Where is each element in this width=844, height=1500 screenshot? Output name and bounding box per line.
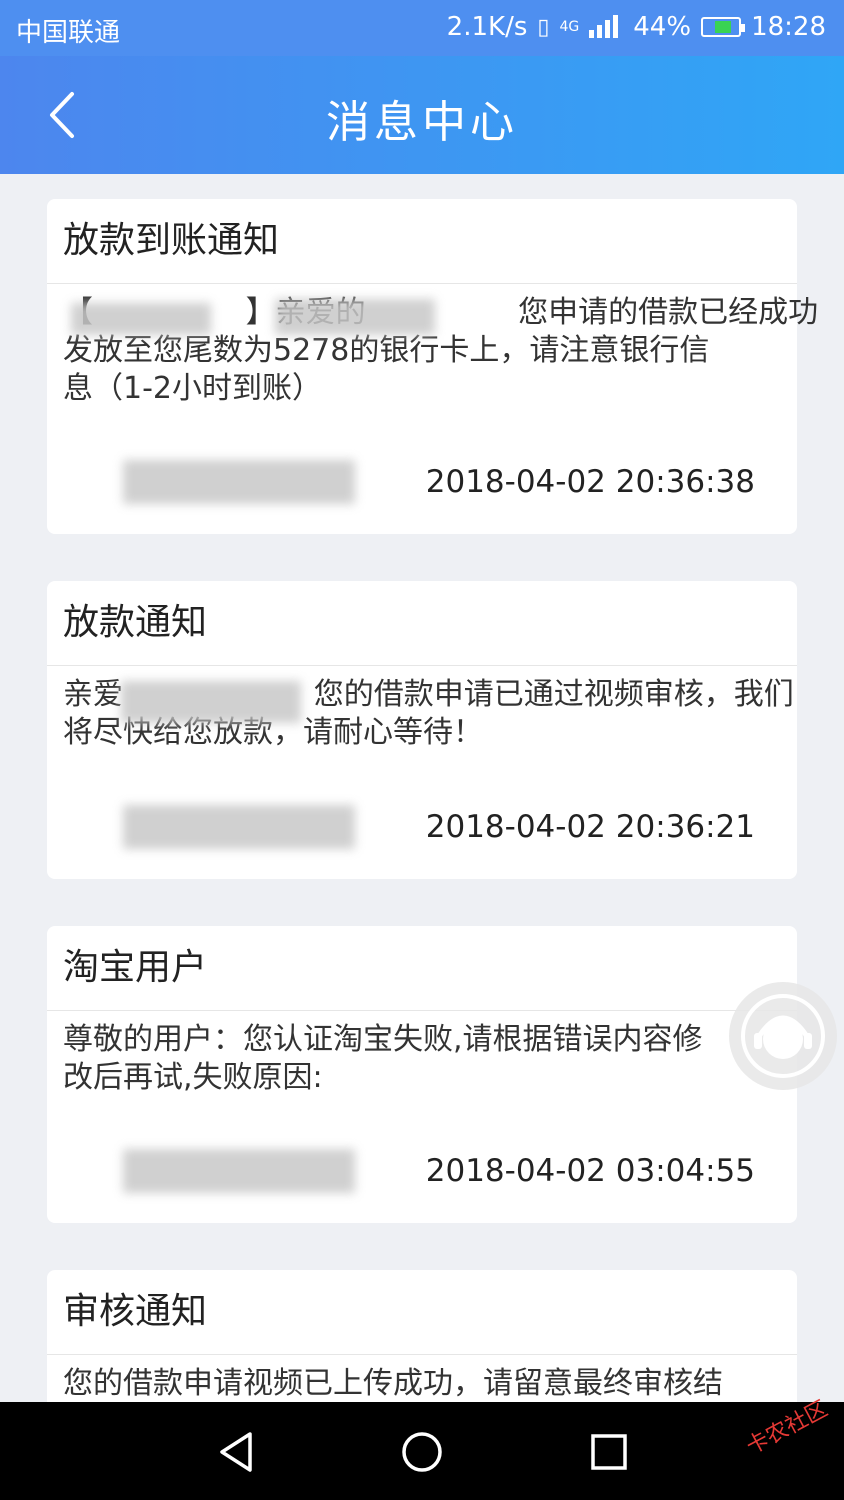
- carrier-label: 中国联通: [16, 18, 121, 48]
- message-list[interactable]: 放款到账通知 【 】亲爱的 您申请的借款已经成功 发放至您尾数为5278的银行卡…: [0, 174, 844, 1402]
- message-body-line: 尊敬的用户：您认证淘宝失败,请根据错误内容修: [63, 1022, 703, 1057]
- vibrate-icon: ▯: [537, 14, 550, 40]
- message-footer: 2018-04-02 20:36:21: [47, 805, 797, 849]
- message-time: 2018-04-02 20:36:38: [425, 464, 755, 500]
- battery-percent: 44%: [633, 12, 692, 42]
- navigation-bar: [0, 1402, 844, 1500]
- net-speed: 2.1K/s: [446, 12, 528, 42]
- nav-home-button[interactable]: [396, 1426, 448, 1478]
- net-type: 4G: [559, 19, 580, 35]
- message-time: 2018-04-02 20:36:21: [425, 809, 755, 845]
- message-footer: 2018-04-02 20:36:38: [47, 460, 797, 504]
- message-title: 淘宝用户: [47, 926, 797, 1011]
- signal-icon: [589, 14, 623, 40]
- message-card[interactable]: 放款通知 亲爱 您的借款申请已通过视频审核，我们 将尽快给您放款，请耐心等待！ …: [47, 581, 797, 879]
- redacted-area: [71, 303, 211, 335]
- message-body: 您的借款申请视频已上传成功，请留意最终审核结: [47, 1355, 797, 1402]
- status-right: 2.1K/s ▯ 4G 44% 18:28: [437, 12, 826, 42]
- square-recents-icon: [591, 1434, 627, 1470]
- message-body-line: 息（1-2小时到账）: [63, 371, 322, 406]
- redacted-source: [123, 1149, 355, 1193]
- message-card[interactable]: 淘宝用户 尊敬的用户：您认证淘宝失败,请根据错误内容修 改后再试,失败原因: 2…: [47, 926, 797, 1223]
- message-body-line: 您的借款申请视频已上传成功，请留意最终审核结: [63, 1366, 723, 1401]
- message-title: 审核通知: [47, 1270, 797, 1355]
- nav-recents-button[interactable]: [583, 1426, 635, 1478]
- message-card[interactable]: 审核通知 您的借款申请视频已上传成功，请留意最终审核结: [47, 1270, 797, 1402]
- message-footer: 2018-04-02 03:04:55: [47, 1149, 797, 1193]
- app-header: 消息中心: [0, 56, 844, 174]
- message-body-line: 改后再试,失败原因:: [63, 1060, 323, 1095]
- message-time: 2018-04-02 03:04:55: [425, 1153, 755, 1189]
- nav-back-button[interactable]: [210, 1426, 262, 1478]
- clock: 18:28: [751, 12, 826, 42]
- redacted-area: [121, 681, 301, 723]
- message-card[interactable]: 放款到账通知 【 】亲爱的 您申请的借款已经成功 发放至您尾数为5278的银行卡…: [47, 199, 818, 534]
- redacted-source: [123, 460, 355, 504]
- battery-icon: [701, 17, 746, 37]
- redacted-source: [123, 805, 355, 849]
- customer-service-button[interactable]: [729, 982, 837, 1090]
- message-body: 尊敬的用户：您认证淘宝失败,请根据错误内容修 改后再试,失败原因:: [47, 1011, 797, 1097]
- page-title: 消息中心: [326, 97, 518, 148]
- circle-home-icon: [402, 1432, 442, 1472]
- message-title: 放款到账通知: [47, 199, 797, 284]
- status-bar: 中国联通 2.1K/s ▯ 4G 44% 18:28: [0, 0, 844, 56]
- message-title: 放款通知: [47, 581, 797, 666]
- customer-service-icon: [741, 994, 825, 1078]
- redacted-area: [275, 299, 435, 335]
- triangle-back-icon: [220, 1432, 252, 1472]
- message-body-line: 发放至您尾数为5278的银行卡上，请注意银行信: [63, 333, 710, 368]
